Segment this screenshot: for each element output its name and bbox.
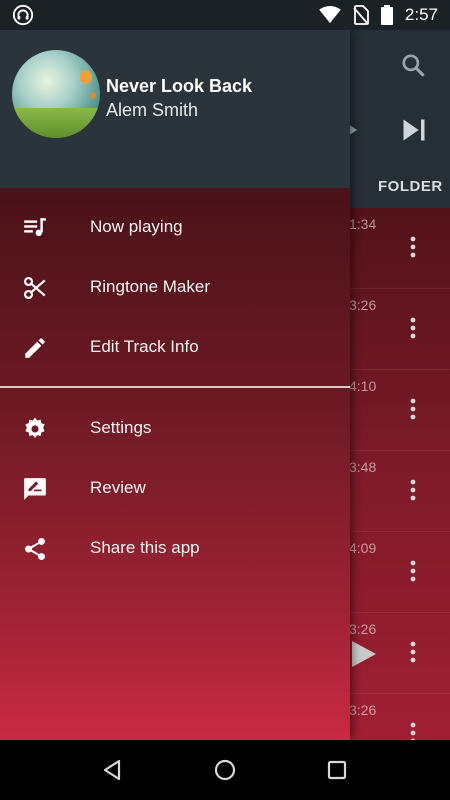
recents-icon[interactable] [323,756,351,784]
menu-item-label: Now playing [90,217,183,236]
tab-folder[interactable]: FOLDER [378,178,443,195]
drawer-menu: Now playing Ringtone Maker Edit Track In… [0,188,350,740]
menu-item-settings[interactable]: Settings [0,399,350,459]
balloon-shape [80,70,92,84]
share-icon [22,536,48,562]
menu-item-edit-track-info[interactable]: Edit Track Info [0,318,350,378]
wifi-icon [319,6,341,24]
track-duration: 3:26 [349,702,377,718]
search-icon[interactable] [400,52,426,83]
status-time: 2:57 [404,5,438,24]
more-vert-icon[interactable] [409,398,417,425]
menu-item-label: Ringtone Maker [90,277,211,296]
rate-review-icon [22,476,48,502]
system-nav-bar [0,740,450,800]
track-duration: 3:26 [349,297,377,313]
menu-item-share-this-app[interactable]: Share this app [0,519,350,579]
menu-item-review[interactable]: Review [0,459,350,519]
track-duration: 3:48 [349,459,377,475]
skip-next-icon[interactable] [400,116,428,149]
back-icon[interactable] [98,756,126,784]
track-duration: 1:34 [349,216,377,232]
battery-icon [380,5,393,25]
scissors-icon [22,275,48,301]
menu-item-label: Share this app [90,538,200,557]
navigation-drawer: Never Look Back Alem Smith Now playing R… [0,30,350,740]
menu-item-now-playing[interactable]: Now playing [0,198,350,258]
home-icon[interactable] [211,756,239,784]
menu-divider [0,386,350,388]
track-duration: 3:26 [349,621,377,637]
drawer-header[interactable]: Never Look Back Alem Smith [0,30,350,188]
more-vert-icon[interactable] [409,560,417,587]
track-duration: 4:10 [349,378,377,394]
more-vert-icon[interactable] [409,722,417,740]
more-vert-icon[interactable] [409,317,417,344]
status-bar: 2:57 [0,0,450,30]
more-vert-icon[interactable] [409,641,417,668]
menu-item-label: Review [90,478,146,497]
more-vert-icon[interactable] [409,236,417,263]
more-vert-icon[interactable] [409,479,417,506]
menu-item-ringtone-maker[interactable]: Ringtone Maker [0,258,350,318]
album-art-grass [12,108,100,138]
gear-icon [22,416,48,442]
now-playing-artist: Alem Smith [106,100,199,120]
now-playing-title: Never Look Back [106,76,253,96]
queue-music-icon [22,215,48,241]
menu-item-label: Edit Track Info [90,337,199,356]
balloon-shape [90,92,96,99]
album-art[interactable] [12,50,100,138]
menu-item-label: Settings [90,418,152,437]
no-sim-icon [353,5,369,25]
pencil-icon [22,335,48,361]
headset-icon [12,4,34,26]
play-icon[interactable] [352,641,376,672]
track-duration: 4:09 [349,540,377,556]
